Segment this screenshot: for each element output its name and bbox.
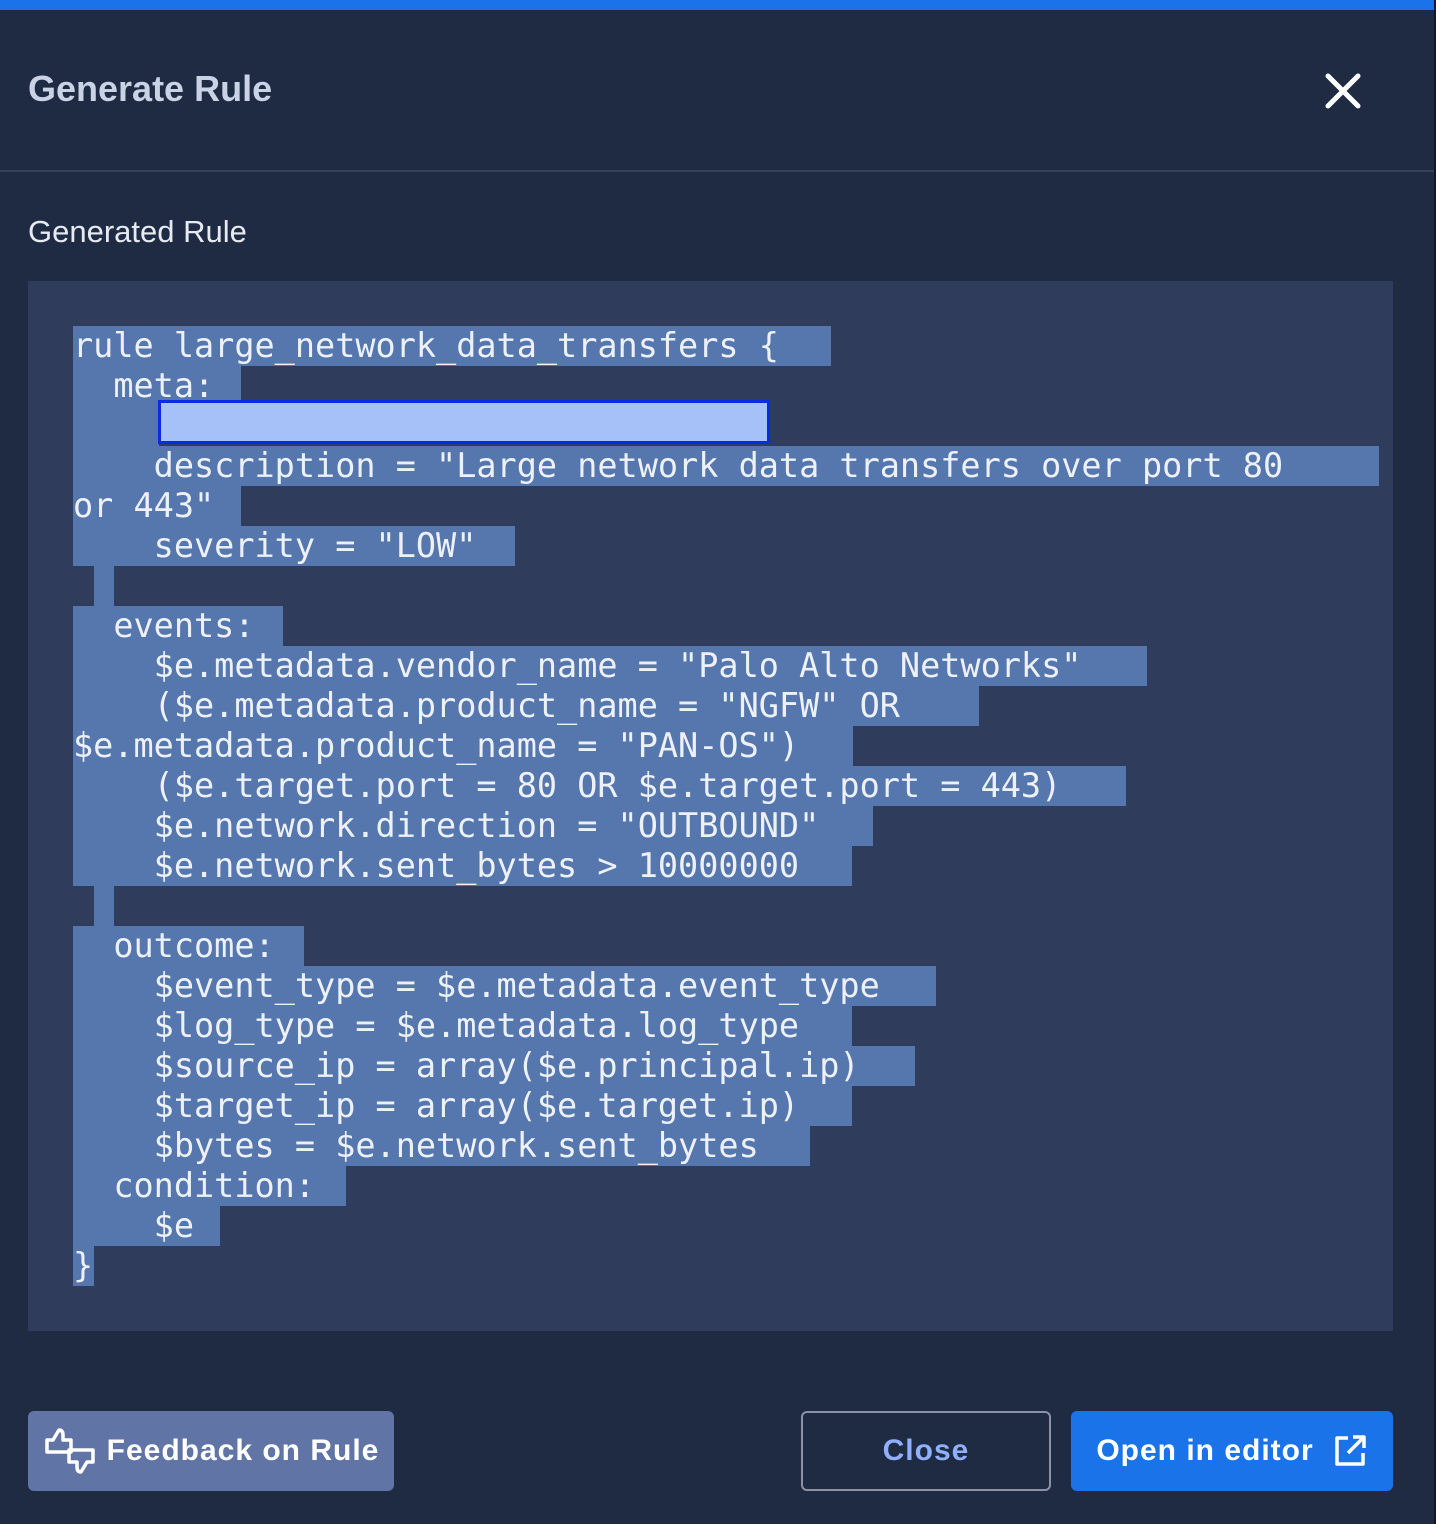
close-button-label: Close bbox=[882, 1434, 970, 1467]
feedback-button-label: Feedback on Rule bbox=[106, 1434, 380, 1467]
code-line: $source_ip = array($e.principal.ip) bbox=[73, 1046, 860, 1085]
code-line: ($e.target.port = 80 OR $e.target.port =… bbox=[73, 766, 1062, 805]
code-line: } bbox=[73, 1246, 94, 1285]
code-line: description = "Large network data transf… bbox=[73, 446, 1284, 485]
code-line: $log_type = $e.metadata.log_type bbox=[73, 1006, 800, 1045]
header-divider bbox=[0, 170, 1434, 172]
thumbs-feedback-icon bbox=[44, 1428, 95, 1474]
close-button[interactable]: Close bbox=[801, 1411, 1051, 1491]
code-line: $e bbox=[73, 1206, 195, 1245]
code-line: $e.network.sent_bytes > 10000000 bbox=[73, 846, 800, 885]
meta-highlight-field bbox=[158, 400, 770, 444]
generated-rule-label: Generated Rule bbox=[28, 214, 247, 249]
code-line: $e.metadata.vendor_name = "Palo Alto Net… bbox=[73, 646, 1082, 685]
code-line: outcome: bbox=[73, 926, 275, 965]
code-line: $event_type = $e.metadata.event_type bbox=[73, 966, 880, 1005]
dialog-top-accent-bar bbox=[0, 0, 1434, 10]
code-line: $bytes = $e.network.sent_bytes bbox=[73, 1126, 759, 1165]
close-dialog-button[interactable] bbox=[1320, 68, 1366, 114]
code-line: or 443" bbox=[73, 486, 215, 525]
feedback-on-rule-button[interactable]: Feedback on Rule bbox=[28, 1411, 394, 1491]
open-editor-button-label: Open in editor bbox=[1096, 1434, 1314, 1467]
code-line: $e.metadata.product_name = "PAN-OS") bbox=[73, 726, 800, 765]
code-line: $e.network.direction = "OUTBOUND" bbox=[73, 806, 820, 845]
close-icon bbox=[1325, 73, 1361, 109]
code-line: $target_ip = array($e.target.ip) bbox=[73, 1086, 800, 1125]
code-line: meta: bbox=[73, 366, 215, 405]
selection-highlight bbox=[73, 406, 159, 446]
open-in-editor-button[interactable]: Open in editor bbox=[1071, 1411, 1393, 1491]
code-line: severity = "LOW" bbox=[73, 526, 477, 565]
selection-highlight bbox=[94, 566, 114, 606]
code-line: ($e.metadata.product_name = "NGFW" OR bbox=[73, 686, 900, 725]
code-line: events: bbox=[73, 606, 255, 645]
code-line: rule large_network_data_transfers { bbox=[73, 326, 779, 365]
code-line: condition: bbox=[73, 1166, 316, 1205]
external-link-icon bbox=[1334, 1435, 1366, 1466]
dialog-title: Generate Rule bbox=[28, 68, 273, 109]
selection-highlight bbox=[94, 886, 114, 926]
